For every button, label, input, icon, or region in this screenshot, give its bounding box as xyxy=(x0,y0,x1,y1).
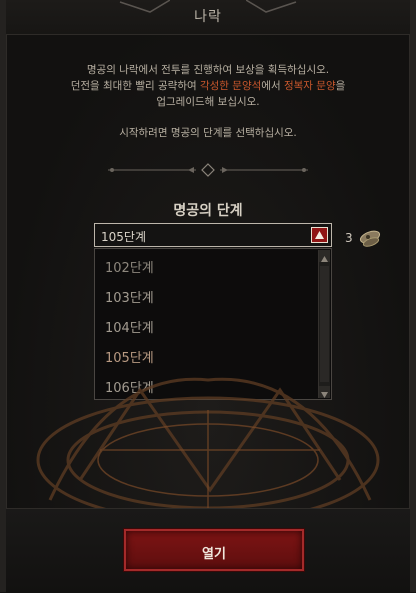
tier-option[interactable]: 103단계 xyxy=(105,287,154,306)
tier-option[interactable]: 102단계 xyxy=(105,257,154,276)
instruction-text: 시작하려면 명공의 단계를 선택하십시오. xyxy=(119,127,297,139)
conqueror-glyph-highlight: 정복자 문양 xyxy=(283,80,336,92)
scroll-up-button[interactable] xyxy=(319,250,330,262)
description-text-part: 을 xyxy=(335,80,346,92)
description-text-part: 에서 xyxy=(261,80,284,92)
tier-section-title: 명공의 단계 xyxy=(173,203,243,219)
selected-tier: 105단계 xyxy=(101,230,146,244)
description-text-part: 던전을 최대한 빨리 공략하여 xyxy=(70,80,200,92)
description-line-1: 명공의 나락에서 전투를 진행하여 보상을 획득하십시오. xyxy=(86,64,330,76)
open-button-label: 열기 xyxy=(202,547,226,562)
dropdown-toggle-button[interactable] xyxy=(311,227,328,243)
ritual-circle-icon xyxy=(36,377,380,520)
key-cost: 3 xyxy=(345,231,353,245)
ornament-divider-icon xyxy=(108,163,308,177)
tier-select[interactable]: 105단계 xyxy=(94,223,332,247)
open-button[interactable]: 열기 xyxy=(124,529,304,571)
triangle-up-icon xyxy=(315,231,324,239)
left-frame-border xyxy=(0,0,7,592)
arrow-up-icon xyxy=(321,256,328,262)
panel-title: 나락 xyxy=(194,9,222,25)
awakened-glyph-highlight: 각성한 문양석 xyxy=(199,80,262,92)
tier-option[interactable]: 104단계 xyxy=(105,317,154,336)
right-frame-border xyxy=(409,0,416,592)
description-line-2: 던전을 최대한 빨리 공략하여 각성한 문양석에서 정복자 문양을 xyxy=(20,78,396,94)
description-line-3: 업그레이드해 보십시오. xyxy=(156,96,260,108)
key-sigil-icon xyxy=(359,230,381,247)
description-text: 명공의 나락에서 전투를 진행하여 보상을 획득하십시오. 던전을 최대한 빨리… xyxy=(20,62,396,110)
